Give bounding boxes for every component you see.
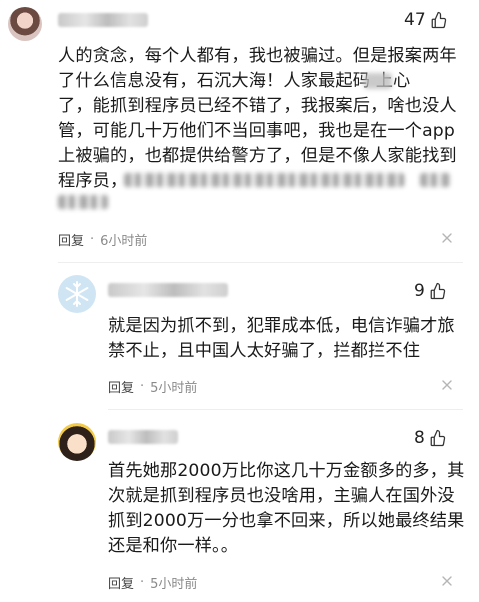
comment-line: 了什么信息没有，石沉大海！人家最起码 上心	[58, 71, 411, 91]
like-button[interactable]: 8	[414, 428, 447, 448]
dot-separator: ·	[90, 232, 95, 247]
comment-text: 首先她那2000万比你这几十万金额多的多，其 次就是抓到程序员也没啥用，主骗人在…	[108, 459, 465, 559]
username-blurred[interactable]	[108, 430, 178, 444]
comment-line: 上被骗的，也都提供给警方了，但是不像人家能找到	[58, 146, 457, 166]
avatar[interactable]	[8, 7, 42, 41]
dot-separator: ·	[140, 379, 145, 394]
comment-line: 首先她那2000万比你这几十万金额多的多，其	[108, 461, 465, 481]
like-count: 9	[414, 281, 425, 301]
username-blurred[interactable]	[58, 13, 148, 27]
reply-button[interactable]: 回复	[58, 230, 84, 249]
comment-line: 次就是抓到程序员也没啥用，主骗人在国外没	[108, 486, 455, 506]
like-count: 8	[414, 428, 425, 448]
comment-meta: 回复 · 6小时前	[58, 230, 147, 249]
username-blurred[interactable]	[108, 283, 228, 297]
snowflake-icon	[65, 281, 89, 307]
blurred-text	[58, 195, 108, 209]
comment-text: 人的贪念，每个人都有，我也被骗过。但是报案两年 了什么信息没有，石沉大海！人家最…	[58, 44, 468, 194]
timestamp: 5小时前	[150, 577, 198, 592]
reply-button[interactable]: 回复	[108, 377, 134, 396]
divider	[108, 409, 463, 410]
comment-line: 禁不止，且中国人太好骗了，拦都拦不住	[108, 341, 421, 361]
like-button[interactable]: 9	[414, 281, 447, 301]
comment-line: 人的贪念，每个人都有，我也被骗过。但是报案两年	[58, 46, 457, 66]
avatar[interactable]	[58, 423, 96, 461]
close-icon[interactable]	[440, 574, 454, 588]
comment-text: 就是因为抓不到，犯罪成本低，电信诈骗才旅 禁不止，且中国人太好骗了，拦都拦不住	[108, 314, 458, 364]
comment-line: 就是因为抓不到，犯罪成本低，电信诈骗才旅	[108, 316, 455, 336]
comment-meta: 回复 · 5小时前	[108, 377, 197, 396]
comment-line: 还是和你一样。。	[108, 536, 239, 556]
timestamp: 5小时前	[150, 381, 198, 396]
divider	[58, 262, 463, 263]
comment-meta: 回复 · 5小时前	[108, 573, 197, 592]
close-icon[interactable]	[440, 378, 454, 392]
comment-line: 抓到2000万一分也拿不回来，所以她最终结果	[108, 511, 465, 531]
thumbs-up-icon	[431, 11, 446, 29]
blurred-text	[364, 73, 392, 89]
avatar[interactable]	[58, 275, 96, 313]
comment-line: 管，可能几十万他们不当回事吧，我也是在一个app	[58, 121, 455, 141]
thumbs-up-icon	[430, 282, 445, 300]
timestamp: 6小时前	[100, 234, 148, 249]
close-icon[interactable]	[440, 231, 454, 245]
blurred-text	[420, 173, 450, 187]
comment-line: 了，能抓到程序员已经不错了，我报案后，啥也没人	[58, 96, 457, 116]
dot-separator: ·	[140, 575, 145, 590]
thumbs-up-icon	[430, 429, 445, 447]
like-count: 47	[404, 10, 426, 30]
blurred-text	[124, 173, 404, 187]
like-button[interactable]: 47	[404, 10, 448, 30]
reply-button[interactable]: 回复	[108, 573, 134, 592]
